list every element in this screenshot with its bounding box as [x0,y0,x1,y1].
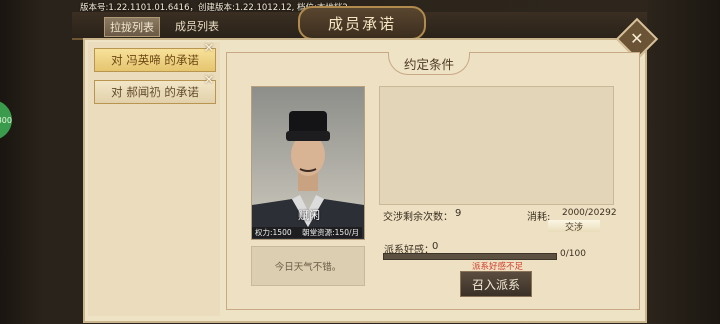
close-icon[interactable]: ✕ [203,74,215,87]
promise-item-2[interactable]: 对 郝闻礽 的承诺 [94,80,216,104]
character-name: 赋闲 [298,209,320,222]
negotiate-button[interactable]: 交涉 [548,220,600,233]
favor-progress-bar [383,253,557,260]
promise-item-1[interactable]: 对 冯英啼 的承诺 [94,48,216,72]
summon-button[interactable]: 召入派系 [460,271,532,297]
close-icon[interactable]: ✕ [203,42,215,55]
character-power: 权力:1500 [255,228,292,237]
negotiation-label: 交涉剩余次数： [383,212,453,223]
character-remark: 今日天气不错。 [251,246,365,286]
section-title: 约定条件 [388,52,470,75]
tab-recruit-list[interactable]: 拉拢列表 [104,17,160,37]
favor-value: 0 [432,241,439,252]
tab-member-list[interactable]: 成员列表 [170,17,224,35]
favor-progress-text: 0/100 [560,249,586,259]
cost-value: 2000/20292 [562,208,617,218]
character-stats: 权力:1500 朝堂资源:150/月 [252,227,362,238]
right-backdrop [648,0,720,324]
cost-label: 消耗: [527,212,551,223]
window-title: 成员承诺 [298,6,426,40]
close-icon: ✕ [630,29,644,48]
negotiation-count: 9 [455,208,462,219]
conditions-box [379,86,614,205]
character-resources: 朝堂资源:150/月 [302,228,359,237]
